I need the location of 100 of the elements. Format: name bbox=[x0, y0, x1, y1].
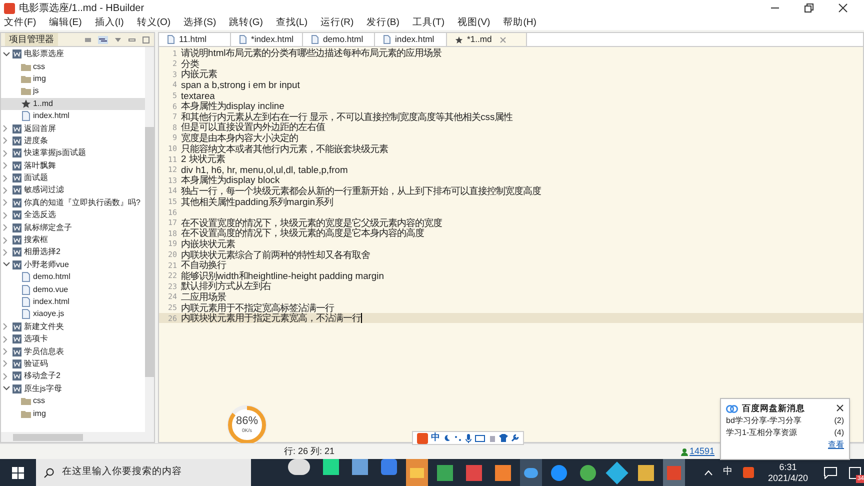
code-line: 其他相关属性padding系列margin系列 bbox=[181, 196, 334, 209]
menu-item[interactable]: 视图(V) bbox=[458, 16, 490, 30]
keyboard-icon[interactable] bbox=[475, 434, 485, 442]
tree-item[interactable]: 原生js字母 bbox=[1, 382, 145, 395]
punctuation-icon[interactable] bbox=[454, 434, 462, 442]
code-line: 独占一行，每一个块级元素都会从新的一行重新开始，从上到下排布可以直接控制宽度高度 bbox=[181, 184, 541, 197]
moon-icon[interactable] bbox=[443, 434, 451, 442]
tree-item[interactable]: index.html bbox=[1, 296, 145, 308]
tree-item[interactable]: 进度条 bbox=[1, 134, 145, 148]
menu-item[interactable]: 转义(O) bbox=[136, 16, 170, 30]
code-line: 内嵌块状元素 bbox=[181, 238, 235, 250]
user-link[interactable]: 14591 bbox=[690, 444, 715, 458]
file-icon bbox=[21, 284, 31, 295]
menu-item[interactable]: 跳转(G) bbox=[229, 16, 263, 30]
tree-item[interactable]: 选项卡 bbox=[1, 332, 145, 346]
cloud-icon bbox=[726, 404, 738, 412]
tree-item[interactable]: 学员信息表 bbox=[1, 345, 145, 358]
dropdown-icon[interactable] bbox=[114, 36, 122, 44]
tree-item[interactable]: 验证码 bbox=[1, 358, 145, 370]
menu-item[interactable]: 文件(F) bbox=[4, 16, 36, 30]
menu-item[interactable]: 插入(I) bbox=[94, 16, 124, 30]
code-line: 在不设置宽度的情况下，块级元素的宽度是它父级元素内容的宽度 bbox=[181, 216, 442, 228]
game-app-icon[interactable] bbox=[466, 464, 482, 480]
tree-item[interactable]: 小野老师vue bbox=[1, 258, 145, 272]
file-icon bbox=[21, 272, 31, 282]
tree-item[interactable]: 返回首屏 bbox=[1, 122, 145, 135]
tree-item[interactable]: 新建文件夹 bbox=[1, 320, 145, 333]
tree-item[interactable]: 相册选择2 bbox=[1, 246, 145, 259]
tree-item[interactable]: 全选反选 bbox=[1, 209, 145, 222]
code-line: textarea bbox=[181, 90, 215, 101]
tree-item[interactable]: index.html bbox=[1, 110, 145, 122]
menu-item[interactable]: 发行(B) bbox=[366, 16, 400, 30]
pdf-app-icon[interactable] bbox=[495, 464, 511, 480]
wps-app-icon[interactable] bbox=[381, 459, 397, 475]
clock-time[interactable]: 6:31 bbox=[779, 462, 797, 472]
menu-item[interactable]: 工具(T) bbox=[412, 16, 445, 30]
tree-item[interactable]: img bbox=[1, 72, 145, 86]
view-link[interactable]: 查看 bbox=[828, 439, 844, 451]
maximize-icon[interactable] bbox=[142, 36, 150, 44]
tree-item[interactable]: 面试题 bbox=[1, 172, 145, 184]
search-icon bbox=[44, 468, 54, 478]
tree-item[interactable]: js bbox=[1, 85, 145, 98]
tree-item[interactable]: 敏感词过滤 bbox=[1, 184, 145, 197]
tree-item[interactable]: 移动盒子2 bbox=[1, 370, 145, 383]
project-icon bbox=[12, 235, 22, 246]
scrollbar[interactable] bbox=[145, 47, 154, 432]
chart-app-icon[interactable] bbox=[638, 464, 654, 480]
menu-item[interactable]: 编辑(E) bbox=[49, 16, 82, 30]
collapse-icon[interactable] bbox=[84, 36, 92, 44]
horizontal-scrollbar[interactable] bbox=[1, 432, 154, 442]
windows-start-icon[interactable] bbox=[12, 466, 24, 478]
project-icon bbox=[12, 173, 22, 184]
tree-item[interactable]: img bbox=[1, 407, 145, 420]
notification-item[interactable]: 学习1-互相分享资源 (4) bbox=[726, 427, 844, 439]
wrench-icon[interactable] bbox=[511, 434, 519, 442]
tree-item[interactable]: css bbox=[1, 60, 145, 73]
sogou-tray-icon[interactable] bbox=[742, 467, 754, 478]
chat-icon[interactable] bbox=[824, 466, 837, 478]
shirt-icon[interactable] bbox=[499, 434, 508, 442]
folder-app-icon[interactable] bbox=[406, 459, 428, 486]
menu-item[interactable]: 选择(S) bbox=[184, 16, 216, 30]
code-line: 内联块状元素用于指定元素宽高，不沾满一行 bbox=[181, 312, 361, 326]
browser-app-icon[interactable] bbox=[551, 464, 567, 480]
project-icon bbox=[12, 371, 22, 382]
menu-item[interactable]: 帮助(H) bbox=[503, 16, 536, 30]
tree-item[interactable]: 你真的知道『立即执行函数』吗? bbox=[1, 196, 145, 210]
tree-item[interactable]: 1..md bbox=[1, 98, 145, 110]
notification-item[interactable]: bd学习分享-学习分享 (2) bbox=[726, 415, 844, 427]
tree-item[interactable]: css bbox=[1, 394, 145, 408]
tree-item[interactable]: xiaoye.js bbox=[1, 308, 145, 321]
code-line: 不自动换行 bbox=[181, 259, 226, 271]
sync-app-icon[interactable] bbox=[580, 464, 596, 480]
hbuilder-app-icon[interactable] bbox=[437, 464, 453, 480]
tree-item[interactable]: 落叶飘舞 bbox=[1, 160, 145, 172]
tree-item[interactable]: demo.html bbox=[1, 271, 145, 284]
ime-indicator[interactable]: 中 bbox=[722, 465, 733, 480]
code-line: 二应用场景 bbox=[181, 290, 226, 303]
menu-item[interactable]: 查找(L) bbox=[276, 16, 308, 30]
code-line: 但是可以直接设置内外边距的左右值 bbox=[181, 121, 325, 133]
editor-tab[interactable]: *1..md bbox=[447, 33, 527, 46]
ime-mode[interactable]: 中 bbox=[431, 431, 440, 445]
tree-item[interactable]: 搜索框 bbox=[1, 234, 145, 246]
project-icon bbox=[12, 148, 22, 158]
taskbar-search-field[interactable]: 在这里输入你要搜索的内容 bbox=[36, 459, 251, 486]
tree-item[interactable]: 电影票选座 bbox=[1, 48, 145, 60]
restore-icon[interactable] bbox=[804, 3, 814, 13]
clock-date[interactable]: 2021/4/20 bbox=[768, 472, 808, 484]
tree-item[interactable]: 快速掌握js面试题 bbox=[1, 147, 145, 160]
link-icon[interactable] bbox=[98, 36, 108, 44]
project-icon bbox=[12, 334, 22, 344]
tree-item[interactable]: demo.vue bbox=[1, 283, 145, 296]
microphone-icon[interactable] bbox=[465, 434, 472, 442]
close-icon[interactable] bbox=[836, 404, 844, 412]
cloud-app-icon[interactable] bbox=[520, 459, 542, 486]
close-icon[interactable] bbox=[838, 3, 848, 13]
menu-item[interactable]: 运行(R) bbox=[320, 16, 354, 30]
message-count: (4) bbox=[834, 427, 844, 439]
chevron-up-icon[interactable] bbox=[704, 470, 713, 476]
tree-item[interactable]: 鼠标绑定盒子 bbox=[1, 221, 145, 234]
notification-title: 百度网盘新消息 bbox=[742, 402, 805, 414]
